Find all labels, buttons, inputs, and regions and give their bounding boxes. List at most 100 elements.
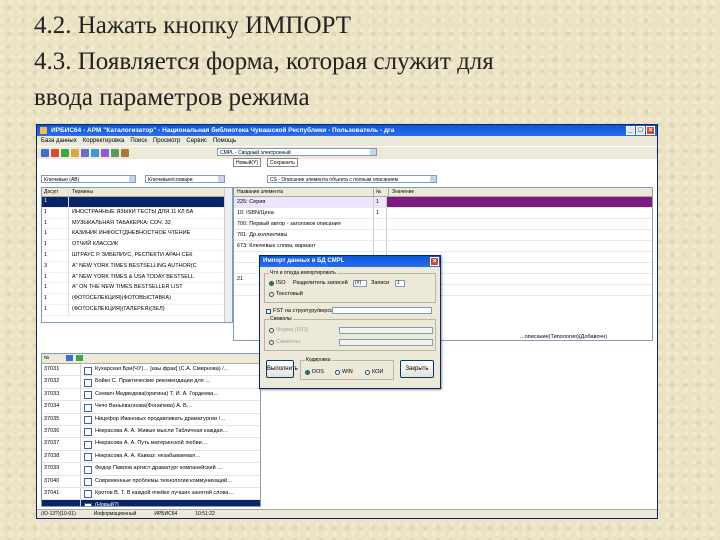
window-titlebar[interactable]: ИРБИС64 - АРМ "Каталогизатор" - Национал… [37, 125, 657, 136]
record-row[interactable]: 37033 Сеевич Медведева(оригина) Т. И. А. … [42, 388, 260, 402]
element-name: 673: Ключевые слова, вариант [234, 241, 374, 251]
term-row[interactable]: 1 ОТЧИЙ КЛАССИК [42, 240, 232, 251]
close-dialog-button[interactable]: Закрыть [400, 360, 434, 378]
export-icon[interactable] [111, 149, 119, 157]
record-doc-icon [84, 453, 92, 462]
record-icon[interactable] [66, 355, 73, 361]
term-row[interactable]: 1 А" ON THE NEW TIMES BESTSELLER LIST [42, 283, 232, 295]
record-row[interactable]: 37031 Кухарская Бри(ЧУ)… [азы фрак] (С.А.… [42, 364, 260, 377]
worksheet-row[interactable]: 673: Ключевые слова, вариант [234, 241, 652, 252]
tools-icon[interactable] [121, 149, 129, 157]
stop-icon[interactable] [51, 149, 59, 157]
element-value[interactable] [387, 230, 652, 240]
worksheet-row[interactable]: 701: Др.коллективы [234, 230, 652, 241]
term-row[interactable]: 1 [42, 197, 232, 208]
term-row[interactable]: 1 А" NEW YORK TIMES & USA TODAY BESTSELL [42, 272, 232, 284]
database-select[interactable]: CMPL - Сводный электронный [217, 148, 377, 156]
execute-button[interactable]: Выполнить [266, 360, 298, 378]
record-row[interactable]: 37034 Чечо Ваньёвалнова(Фонапева) А. В… [42, 401, 260, 414]
terms-scrollbar[interactable] [224, 188, 232, 322]
save-tab[interactable]: Сохранить [267, 158, 298, 167]
record-row[interactable]: 37041 Кротов В. Т. В каждой ячейке лучших… [42, 487, 260, 501]
element-value[interactable] [387, 219, 652, 229]
col-header-terms[interactable]: Термины [69, 188, 232, 196]
import-icon[interactable] [101, 149, 109, 157]
check-icon[interactable] [76, 355, 83, 361]
menu-item-edit[interactable]: Корректировка [83, 136, 125, 146]
col-header-count[interactable]: Досуп [42, 188, 69, 196]
record-row[interactable]: 37032 Бойко С. Практические рекомендации … [42, 376, 260, 389]
close-button[interactable]: × [646, 126, 655, 135]
record-id: 37031 [42, 364, 81, 376]
element-value[interactable] [387, 241, 652, 251]
term-row[interactable]: 1 ИНОСТРАННЫЕ ЯЗЫКИ ТЕСТЫ ДЛЯ 11 КЛ БА [42, 207, 232, 219]
maximize-button[interactable]: □ [636, 126, 645, 135]
slide-line-2: 4.3. Появляется форма, которая служит дл… [34, 48, 494, 75]
col-header-value[interactable]: Значение [389, 188, 652, 196]
search-icon[interactable] [91, 149, 99, 157]
form-iso-input[interactable] [339, 327, 433, 334]
term-count: 1 [42, 207, 69, 218]
radio-symbols[interactable]: Символы [269, 339, 300, 345]
record-row[interactable]: 37039 Федор Павлов артист драматург компа… [42, 463, 260, 476]
element-name: 225: Серия [234, 197, 374, 207]
term-text: (ФОТОСЕЛЕКЦИЯ)(ГАЛЕРЕЯ)(ЗЕЛ) [72, 305, 165, 312]
radio-text[interactable]: Текстовый [269, 291, 303, 297]
radio-iso[interactable]: ISO [269, 280, 285, 286]
worksheet-row[interactable]: 225: Серия 1 [234, 197, 652, 208]
menu-item-view[interactable]: Просмотр [153, 136, 180, 146]
record-row[interactable]: 37038 Некрасова А. А. Кавказ: незабываема… [42, 450, 260, 464]
worksheet-row[interactable]: 700: Первый автор - заголовок описания [234, 219, 652, 230]
element-value[interactable] [387, 208, 652, 218]
record-text: Чечо Ваньёвалнова(Фонапева) А. В… [95, 403, 193, 410]
index-select[interactable]: Ключевые (АВ) [41, 175, 136, 183]
term-row[interactable]: 1 ШТРАУС Р. ЗИБЕЛИУС, РЕСПЕКТИ АРАН СЕК [42, 250, 232, 262]
record-row[interactable]: 37040 Современные проблемы технологии ком… [42, 475, 260, 488]
worksheet-select[interactable]: CS - Описание элемента объекта с полным … [267, 175, 437, 183]
record-row[interactable]: 37036 Некрасова А. А. Живые мысли Табличн… [42, 425, 260, 439]
delimiter-input[interactable]: (#) [353, 280, 367, 287]
term-row[interactable]: 1 КАЗИНИК ИНФОСТ(ДНЕВНОСТНОЕ ЧТЕНИЕ [42, 229, 232, 241]
radio-koi[interactable]: КОИ [365, 369, 383, 375]
dialog-titlebar[interactable]: Импорт данных в БД CMPL × [260, 256, 440, 267]
fst-checkbox[interactable]: FST на структуру/версию [266, 308, 337, 314]
dialog-close-button[interactable]: × [430, 257, 439, 266]
menu-item-service[interactable]: Сервис [186, 136, 207, 146]
menu-item-database[interactable]: База данных [41, 136, 77, 146]
term-row[interactable]: 1 (ФОТОСЕЛЕКЦИЯ)(ФОТОВЫСТАВКА) [42, 294, 232, 305]
worksheet-row[interactable]: 10: ISBN/Цена 1 [234, 208, 652, 219]
element-num [374, 230, 387, 240]
folder-icon[interactable] [71, 149, 79, 157]
open-icon[interactable] [41, 149, 49, 157]
terms-panel: Досуп Термины 1 1 ИНОСТРАННЫЕ ЯЗЫКИ ТЕСТЫ … [41, 187, 233, 323]
refresh-icon[interactable] [61, 149, 69, 157]
count-input[interactable]: 1 [395, 280, 405, 287]
dictionary-select[interactable]: Ключевые/словари [145, 175, 225, 183]
record-row[interactable]: 37035 Ницефор Ивановых продавливать драма… [42, 413, 260, 426]
status-mode: Информационный [93, 511, 137, 517]
record-text: Некрасова А. А. Путь материнской любви… [95, 440, 208, 447]
menu-item-help[interactable]: Помощь [213, 136, 236, 146]
element-value[interactable] [387, 197, 652, 207]
record-text: Сеевич Медведева(оригина) Т. И. А. Горде… [95, 390, 219, 397]
new-record-tab[interactable]: Новый(Y) [233, 158, 262, 167]
minimize-button[interactable]: _ [626, 126, 635, 135]
term-row[interactable]: 3 А" NEW YORK TIMES BESTSELLING AUTHOR(С [42, 261, 232, 273]
term-count: 1 [42, 197, 69, 207]
symbols-input[interactable] [339, 339, 433, 346]
term-row[interactable]: 1 МУЗЫКАЛЬНАЯ ТАБАКЕРКА: СОЧ. 32 [42, 218, 232, 230]
radio-text-label: Текстовый [276, 291, 303, 297]
radio-win[interactable]: WIN [335, 369, 353, 375]
print-icon[interactable] [81, 149, 89, 157]
fst-input[interactable] [332, 307, 432, 314]
radio-win-dot [335, 369, 340, 375]
radio-form-iso[interactable]: Форма (ISO) [269, 327, 308, 333]
record-doc-icon [84, 490, 92, 499]
radio-dos[interactable]: DOS [305, 369, 324, 375]
col-header-num[interactable]: № [374, 188, 389, 196]
term-row[interactable]: 1 (ФОТОСЕЛЕКЦИЯ)(ГАЛЕРЕЯ)(ЗЕЛ) [42, 304, 232, 316]
record-row[interactable]: (Новый?) [42, 500, 260, 506]
record-row[interactable]: 37037 Некрасова А. А. Путь материнской лю… [42, 438, 260, 451]
menu-item-search[interactable]: Поиск [130, 136, 147, 146]
col-header-element[interactable]: Название элемента [234, 188, 374, 196]
